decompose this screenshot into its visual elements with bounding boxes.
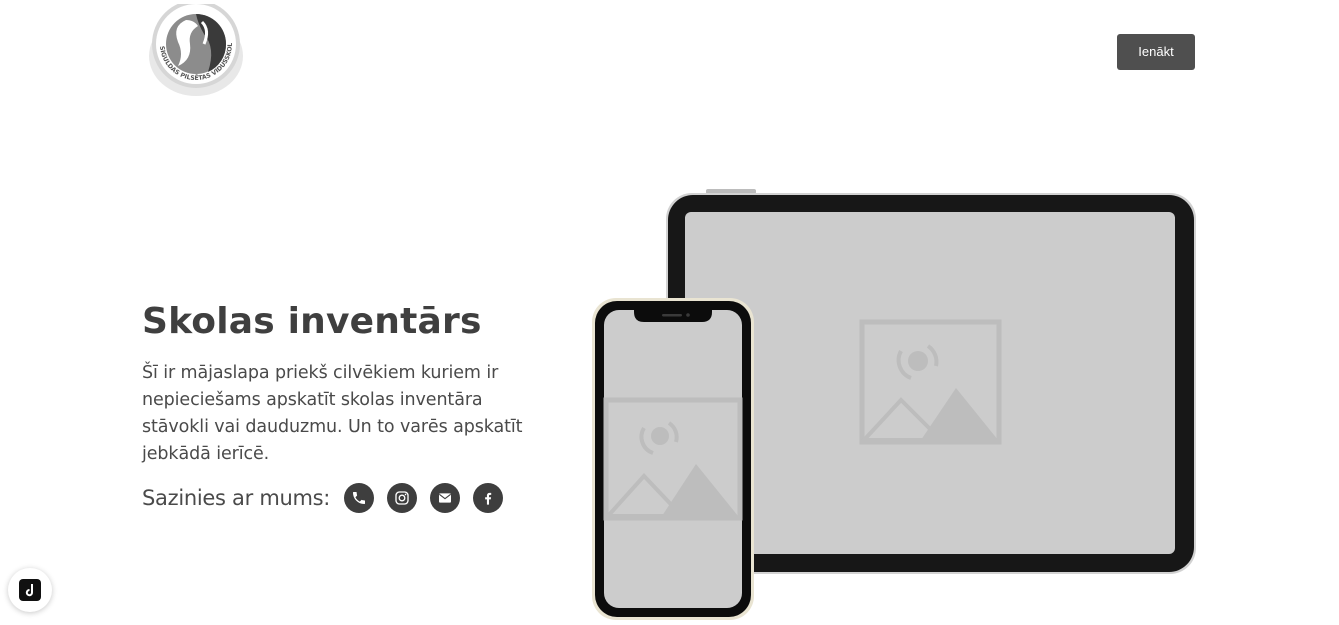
phone-mockup (592, 298, 754, 620)
school-logo[interactable]: SIGULDAS PILSĒTAS VIDUSSKOLA (144, 0, 246, 98)
school-logo-icon: SIGULDAS PILSĒTAS VIDUSSKOLA (144, 0, 243, 96)
contact-label: Sazinies ar mums: (142, 486, 331, 510)
page-title: Skolas inventārs (142, 301, 482, 342)
phone-screen (604, 310, 742, 608)
mail-button[interactable] (430, 483, 461, 513)
phone-button[interactable] (344, 483, 375, 513)
tablet-screen (685, 212, 1175, 554)
instagram-button[interactable] (387, 483, 418, 513)
login-button[interactable]: Ienākt (1117, 34, 1195, 70)
mail-icon (439, 493, 452, 503)
instagram-icon (395, 491, 409, 505)
app-badge-icon (19, 579, 41, 601)
facebook-icon (485, 492, 492, 505)
app-badge[interactable] (8, 568, 52, 612)
contact-row: Sazinies ar mums: (142, 481, 516, 515)
phone-icon (353, 492, 366, 504)
hero-description: Šī ir mājaslapa priekš cilvēkiem kuriem … (142, 363, 523, 464)
facebook-button[interactable] (473, 483, 504, 513)
